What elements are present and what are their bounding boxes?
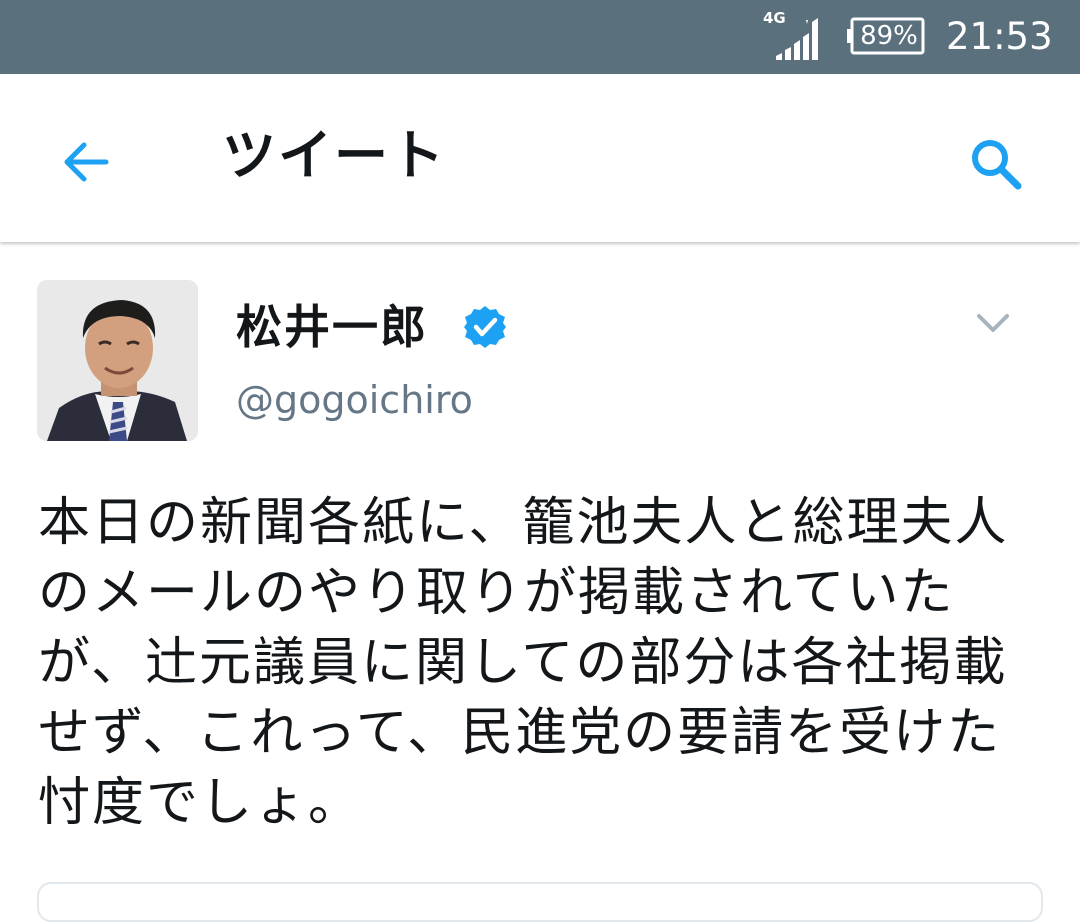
chevron-down-icon <box>977 314 1009 332</box>
display-name[interactable]: 松井一郎 <box>236 298 428 356</box>
avatar[interactable] <box>37 280 198 441</box>
signal-strength-icon <box>776 18 818 60</box>
search-icon <box>972 140 1022 190</box>
quoted-card[interactable] <box>37 882 1043 922</box>
status-bar: 4G 89% 21:53 <box>0 0 1080 74</box>
back-button[interactable] <box>48 126 120 198</box>
tweet-text: 本日の新聞各紙に、籠池夫人と総理夫人のメールのやり取りが掲載されていたが、辻元議… <box>38 493 1009 833</box>
clock: 21:53 <box>946 15 1053 58</box>
page-title: ツイート <box>222 124 446 187</box>
verified-badge-icon <box>464 306 506 348</box>
arrow-left-icon <box>64 142 109 182</box>
user-handle[interactable]: @gogoichiro <box>236 374 473 426</box>
profile-photo <box>37 280 198 441</box>
tweet-options-button[interactable] <box>966 300 1020 346</box>
app-bar: ツイート <box>0 74 1080 242</box>
search-button[interactable] <box>958 126 1034 202</box>
battery-percent: 89% <box>860 21 918 51</box>
